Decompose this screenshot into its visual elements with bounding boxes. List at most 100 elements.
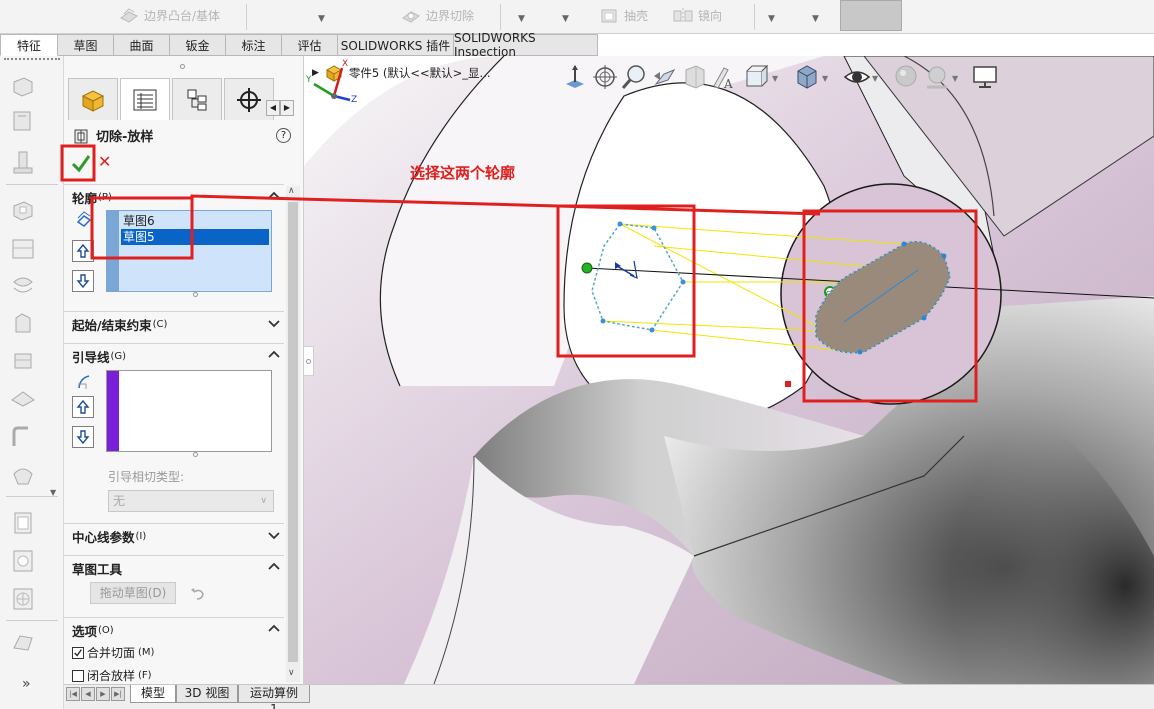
close-loft-checkbox[interactable]: 闭合放样 (F) xyxy=(72,667,152,684)
edit-appearance-icon[interactable] xyxy=(892,62,922,92)
tab-nav-last[interactable]: ▶| xyxy=(111,687,125,701)
tab-scroll-right[interactable]: ▶ xyxy=(280,100,294,116)
section-view-icon[interactable] xyxy=(680,62,710,92)
checkbox-checked[interactable] xyxy=(72,646,84,659)
centerline-parameters-header[interactable]: 中心线参数 (I) xyxy=(64,523,284,549)
tab-model[interactable]: 模型 xyxy=(130,685,176,703)
list-resize-handle[interactable] xyxy=(193,292,198,297)
chevron-down-icon[interactable]: ▼ xyxy=(518,14,525,24)
profile-section-header[interactable]: 轮廓 (P) xyxy=(64,184,284,210)
chevron-down-icon[interactable]: ▼ xyxy=(318,14,325,24)
scroll-up-arrow[interactable]: ∧ xyxy=(288,186,295,196)
scroll-down-arrow[interactable]: ∨ xyxy=(288,668,295,678)
chevron-down-icon[interactable]: ▼ xyxy=(822,74,828,83)
chevron-up-icon[interactable] xyxy=(268,190,280,202)
hole-wizard-icon[interactable] xyxy=(8,234,40,264)
list-resize-handle[interactable] xyxy=(193,452,198,457)
tab-evaluate[interactable]: 评估 xyxy=(282,34,338,56)
dynamic-annotation-icon[interactable]: A xyxy=(710,62,740,92)
chevron-down-icon[interactable] xyxy=(268,317,280,329)
tab-property-manager[interactable] xyxy=(120,78,170,120)
guide-tangency-select[interactable]: 无 ∨ xyxy=(108,490,274,512)
chevron-down-icon[interactable]: ▼ xyxy=(768,14,775,24)
options-header[interactable]: 选项 (O) xyxy=(64,617,284,643)
tab-features[interactable]: 特征 xyxy=(0,34,58,56)
chevron-down-icon[interactable]: ▼ xyxy=(872,74,878,83)
tab-markup[interactable]: 标注 xyxy=(226,34,282,56)
tab-motion-study[interactable]: 运动算例 1 xyxy=(238,685,310,709)
help-icon[interactable]: ? xyxy=(276,128,291,143)
swept-boss-icon[interactable] xyxy=(8,148,40,178)
view-settings-monitor-icon[interactable] xyxy=(970,62,1000,92)
curves-icon[interactable] xyxy=(8,628,40,658)
drag-sketch-button[interactable]: 拖动草图(D) xyxy=(90,582,176,604)
fillet-icon[interactable] xyxy=(8,422,40,452)
tab-nav-prev[interactable]: ◀ xyxy=(81,687,95,701)
move-down-button[interactable] xyxy=(72,270,94,292)
tab-solidworks-addins[interactable]: SOLIDWORKS 插件 xyxy=(338,34,454,56)
sketch-tools-header[interactable]: 草图工具 xyxy=(64,555,284,581)
profile-list[interactable]: 草图6 草图5 xyxy=(106,210,272,292)
swept-cut-icon[interactable] xyxy=(8,308,40,338)
mirror-button[interactable]: 镜向 xyxy=(672,2,722,28)
toolbar-grip[interactable] xyxy=(4,58,60,60)
view-setting-icon[interactable] xyxy=(740,62,770,92)
panel-scrollbar[interactable]: ∧ ∨ xyxy=(286,186,300,682)
ok-button[interactable] xyxy=(70,152,92,174)
zoom-area-icon[interactable] xyxy=(620,62,650,92)
tab-solidworks-inspection[interactable]: SOLIDWORKS Inspection xyxy=(454,31,598,59)
rib-icon[interactable] xyxy=(8,508,40,538)
chevron-down-icon[interactable]: ▼ xyxy=(812,14,819,24)
graphics-area[interactable]: G ▶ 零件5 (默认<<默认>_显... xyxy=(304,56,1154,684)
tab-configuration-manager[interactable] xyxy=(172,78,222,120)
guide-curves-list[interactable] xyxy=(106,370,272,452)
profile-item-selected[interactable]: 草图5 xyxy=(121,229,269,245)
panel-resize-handle[interactable] xyxy=(180,64,185,69)
chevron-up-icon[interactable] xyxy=(268,623,280,635)
ribbon-placeholder-button[interactable] xyxy=(840,0,902,31)
display-style-icon[interactable] xyxy=(792,62,822,92)
tab-nav-next[interactable]: ▶ xyxy=(96,687,110,701)
chevron-down-icon[interactable]: ▼ xyxy=(562,14,569,24)
chevron-down-icon[interactable]: ▼ xyxy=(952,74,958,83)
cancel-button[interactable]: ✕ xyxy=(98,152,116,172)
revolved-cut-icon[interactable] xyxy=(8,270,40,300)
linear-pattern-icon[interactable] xyxy=(8,460,40,490)
start-end-constraints-header[interactable]: 起始/结束约束 (C) xyxy=(64,311,284,337)
view-orientation-icon[interactable] xyxy=(560,62,590,92)
tab-feature-manager[interactable] xyxy=(68,78,118,120)
tab-scroll-left[interactable]: ◀ xyxy=(266,100,280,116)
guide-move-down-button[interactable] xyxy=(72,426,94,448)
tab-sketch[interactable]: 草图 xyxy=(58,34,114,56)
tab-3d-view[interactable]: 3D 视图 xyxy=(176,685,238,703)
chevron-up-icon[interactable] xyxy=(268,349,280,361)
draft-icon[interactable] xyxy=(8,546,40,576)
revolved-boss-icon[interactable] xyxy=(8,106,40,136)
previous-view-icon[interactable] xyxy=(650,62,680,92)
wrap-icon[interactable] xyxy=(8,584,40,614)
merge-tangent-faces-checkbox[interactable]: 合并切面 (M) xyxy=(72,644,154,661)
extruded-boss-icon[interactable] xyxy=(8,72,40,102)
checkbox-unchecked[interactable] xyxy=(72,669,84,682)
profile-item[interactable]: 草图6 xyxy=(121,213,155,229)
panel-collapse-handle[interactable] xyxy=(304,346,314,376)
guide-curves-header[interactable]: 引导线 (G) xyxy=(64,343,284,369)
scrollbar-thumb[interactable] xyxy=(288,202,298,662)
undo-sketch-drag-icon[interactable] xyxy=(188,584,208,604)
boundary-cut-button[interactable]: 边界切除 xyxy=(400,2,474,28)
move-up-button[interactable] xyxy=(72,240,94,262)
start-point-handle[interactable] xyxy=(581,262,593,274)
zoom-to-fit-icon[interactable] xyxy=(590,62,620,92)
expand-toolbar-chevron[interactable]: » xyxy=(22,676,31,692)
apply-scene-icon[interactable] xyxy=(922,62,952,92)
chevron-down-icon[interactable]: ▼ xyxy=(772,74,778,83)
model-view[interactable]: G xyxy=(304,56,1154,684)
chevron-up-icon[interactable] xyxy=(268,561,280,573)
boundary-boss-button[interactable]: 边界凸台/基体 xyxy=(118,2,220,28)
tab-surfaces[interactable]: 曲面 xyxy=(114,34,170,56)
hide-show-items-icon[interactable] xyxy=(842,62,872,92)
lofted-cut-icon[interactable] xyxy=(8,346,40,376)
boundary-cut-icon[interactable] xyxy=(8,384,40,414)
chevron-down-icon[interactable] xyxy=(268,529,280,541)
guide-move-up-button[interactable] xyxy=(72,396,94,418)
